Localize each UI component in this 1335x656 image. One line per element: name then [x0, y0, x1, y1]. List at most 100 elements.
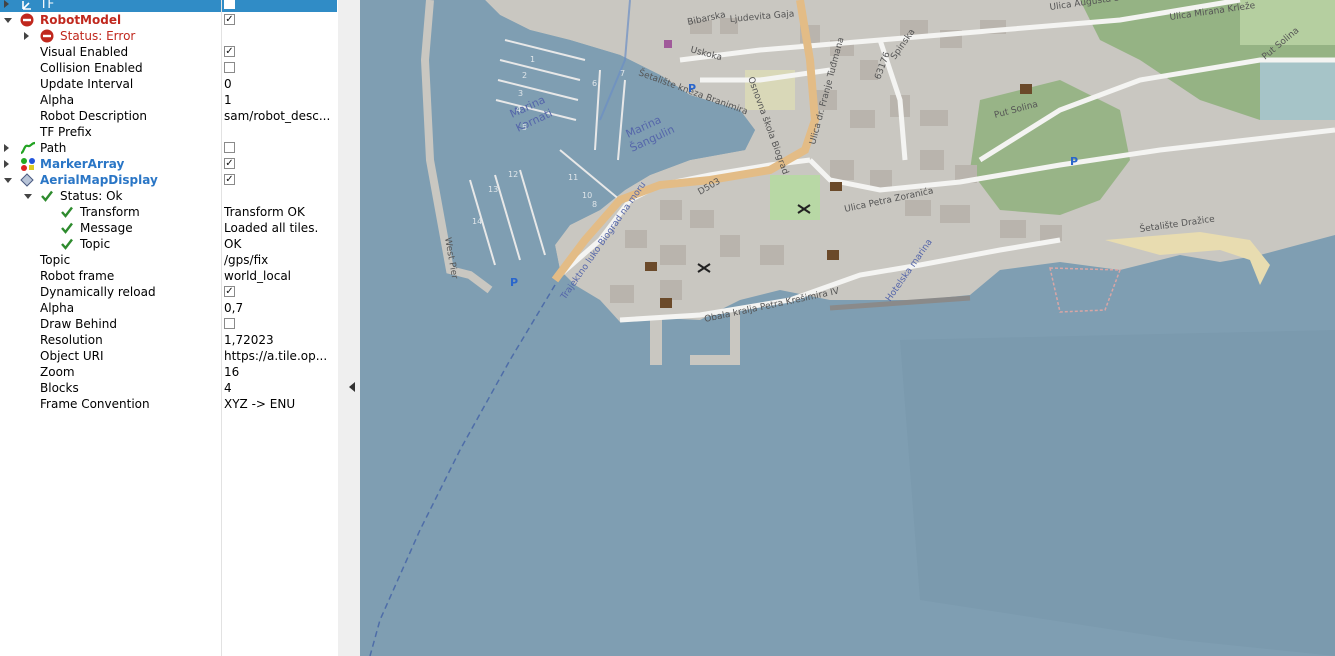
tree-row-collision-enabled[interactable]: Collision Enabled	[0, 60, 337, 76]
property-value[interactable]: 0,7	[224, 301, 334, 315]
property-value[interactable]: /gps/fix	[224, 253, 334, 267]
tree-row-markerarray[interactable]: MarkerArray ✓	[0, 156, 337, 172]
property-label: Visual Enabled	[40, 45, 129, 59]
tree-row-dynamically-reload[interactable]: Dynamically reload ✓	[0, 284, 337, 300]
property-value[interactable]: XYZ -> ENU	[224, 397, 334, 411]
berth-number: 2	[522, 71, 527, 80]
checkmark-icon	[60, 205, 74, 219]
property-label: Status: Error	[60, 29, 136, 43]
berth-number: 8	[592, 200, 597, 209]
tree-row-blocks[interactable]: Blocks 4	[0, 380, 337, 396]
map-display-icon	[20, 173, 34, 187]
tree-row-alpha[interactable]: Alpha 0,7	[0, 300, 337, 316]
property-label: Collision Enabled	[40, 61, 143, 75]
berth-number: 3	[518, 89, 523, 98]
svg-text:P: P	[510, 276, 518, 289]
property-value[interactable]: 1,72023	[224, 333, 334, 347]
property-label: Message	[80, 221, 133, 235]
shop-marker	[664, 40, 672, 48]
error-icon	[40, 29, 54, 43]
expand-arrow-icon[interactable]	[24, 32, 29, 40]
error-icon	[20, 13, 34, 27]
enable-checkbox[interactable]: ✓	[224, 174, 235, 185]
berth-number: 1	[530, 55, 535, 64]
tree-row-aerialmapdisplay[interactable]: AerialMapDisplay ✓	[0, 172, 337, 188]
collapse-arrow-icon[interactable]	[4, 18, 12, 23]
property-label: Status: Ok	[60, 189, 123, 203]
square-park	[770, 175, 820, 220]
berth-number: 13	[488, 185, 498, 194]
tree-row-resolution[interactable]: Resolution 1,72023	[0, 332, 337, 348]
property-label: AerialMapDisplay	[40, 173, 158, 187]
campground	[1260, 60, 1335, 120]
berth-number: 4	[516, 105, 521, 114]
berth-number: 6	[592, 79, 597, 88]
enable-checkbox[interactable]: ✓	[224, 158, 235, 169]
enable-checkbox[interactable]	[224, 142, 235, 153]
path-icon	[20, 141, 36, 155]
property-value[interactable]: OK	[224, 237, 334, 251]
property-label: MarkerArray	[40, 157, 125, 171]
property-value[interactable]: 16	[224, 365, 334, 379]
property-label: Topic	[40, 253, 71, 267]
tree-row-zoom[interactable]: Zoom 16	[0, 364, 337, 380]
svg-text:P: P	[1070, 155, 1078, 168]
berth-number: 11	[568, 173, 578, 182]
enable-checkbox[interactable]: ✓	[224, 286, 235, 297]
tree-row-status-ok[interactable]: Status: Ok	[0, 188, 337, 204]
column-divider	[221, 0, 222, 656]
property-value[interactable]: 1	[224, 93, 334, 107]
property-label: Robot Description	[40, 109, 147, 123]
property-label: Alpha	[40, 301, 75, 315]
tree-row-object-uri[interactable]: Object URI https://a.tile.op...	[0, 348, 337, 364]
expand-arrow-icon[interactable]	[4, 144, 9, 152]
property-value[interactable]: Loaded all tiles.	[224, 221, 334, 235]
berth-number: 12	[508, 170, 518, 179]
property-label: Topic	[80, 237, 111, 251]
tree-row-draw-behind[interactable]: Draw Behind	[0, 316, 337, 332]
enable-checkbox[interactable]	[224, 318, 235, 329]
tree-row-frame-convention[interactable]: Frame Convention XYZ -> ENU	[0, 396, 337, 412]
property-label: Zoom	[40, 365, 75, 379]
tree-row-robot-frame[interactable]: Robot frame world_local	[0, 268, 337, 284]
property-label: Update Interval	[40, 77, 134, 91]
aerial-map-view[interactable]: Bibarska Ulica Augusta Šenoe Ulica Mirana …	[360, 0, 1335, 656]
property-label: Blocks	[40, 381, 79, 395]
enable-checkbox[interactable]: ✓	[224, 46, 235, 57]
tree-row-tf-prefix[interactable]: TF Prefix	[0, 124, 337, 140]
collapse-arrow-icon[interactable]	[24, 194, 32, 199]
property-label: Dynamically reload	[40, 285, 156, 299]
enable-checkbox[interactable]: ✓	[224, 14, 235, 25]
berth-number: 5	[522, 123, 527, 132]
property-value[interactable]: https://a.tile.op...	[224, 349, 334, 363]
tree-row-update-interval[interactable]: Update Interval 0	[0, 76, 337, 92]
property-label: Transform	[80, 205, 140, 219]
property-value[interactable]: Transform OK	[224, 205, 334, 219]
tree-row-path[interactable]: Path	[0, 140, 337, 156]
tree-row-transform[interactable]: Transform Transform OK	[0, 204, 337, 220]
tree-row-robot-description[interactable]: Robot Description sam/robot_desc...	[0, 108, 337, 124]
expand-arrow-icon[interactable]	[4, 0, 9, 8]
property-value[interactable]: world_local	[224, 269, 334, 283]
property-value[interactable]: sam/robot_desc...	[224, 109, 334, 123]
checkmark-icon	[60, 221, 74, 235]
tree-row-status-error[interactable]: Status: Error	[0, 28, 337, 44]
collapse-arrow-icon[interactable]	[4, 178, 12, 183]
property-value[interactable]: 0	[224, 77, 334, 91]
tree-row-robotmodel[interactable]: RobotModel ✓	[0, 12, 337, 28]
berth-number: 7	[620, 69, 625, 78]
collapse-arrow-icon[interactable]	[349, 382, 355, 392]
tree-row-visual-enabled[interactable]: Visual Enabled ✓	[0, 44, 337, 60]
tree-row-tf[interactable]: TF	[0, 0, 337, 12]
property-value[interactable]: 4	[224, 381, 334, 395]
property-label: Alpha	[40, 93, 75, 107]
tree-row-topic[interactable]: Topic OK	[0, 236, 337, 252]
expand-arrow-icon[interactable]	[4, 160, 9, 168]
enable-checkbox[interactable]	[224, 0, 235, 9]
enable-checkbox[interactable]	[224, 62, 235, 73]
tree-row-topic[interactable]: Topic/gps/fix	[0, 252, 337, 268]
tree-row-alpha[interactable]: Alpha 1	[0, 92, 337, 108]
property-label: Draw Behind	[40, 317, 117, 331]
panel-splitter[interactable]	[338, 0, 360, 656]
tree-row-message[interactable]: Message Loaded all tiles.	[0, 220, 337, 236]
